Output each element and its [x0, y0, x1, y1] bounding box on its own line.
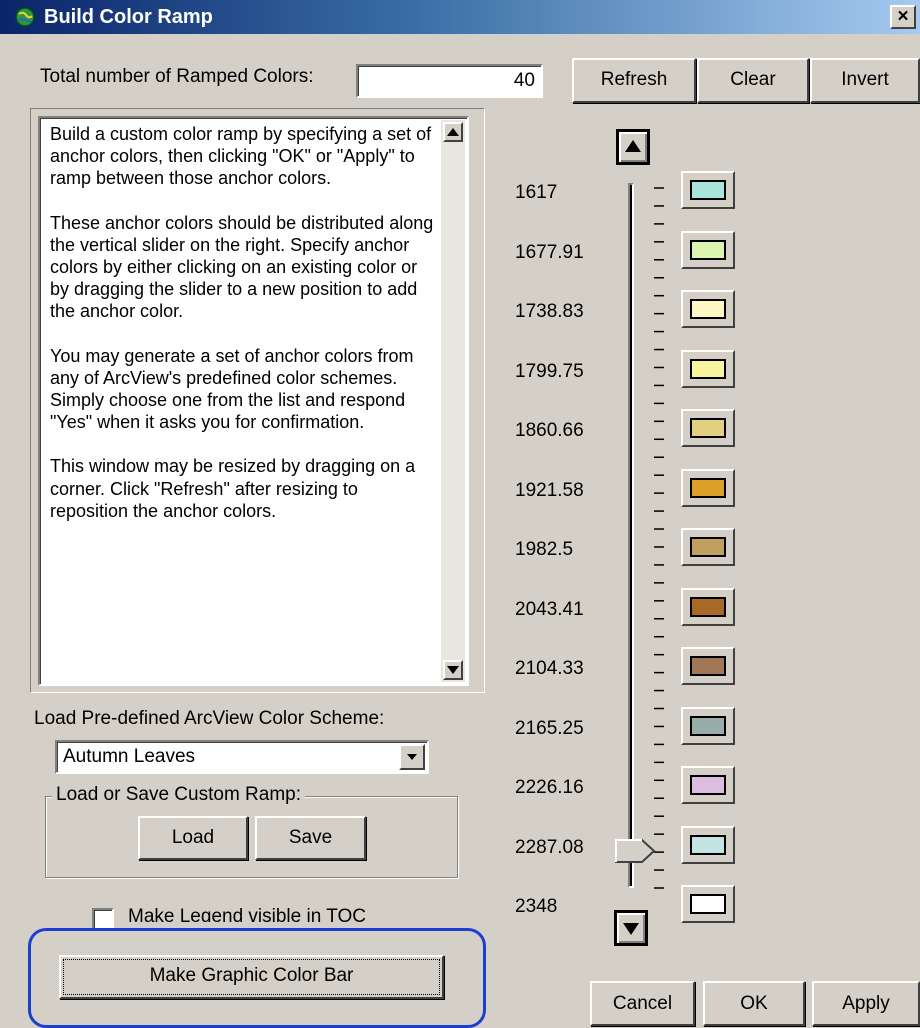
anchor-value-label: 1617	[515, 182, 558, 203]
anchor-color-fill	[690, 418, 726, 438]
anchor-color-fill	[690, 716, 726, 736]
anchor-color-fill	[690, 180, 726, 200]
load-button[interactable]: Load	[138, 816, 248, 860]
help-paragraph: These anchor colors should be distribute…	[50, 212, 434, 322]
anchor-color-swatch[interactable]	[681, 171, 735, 209]
anchor-value-label: 2043.41	[515, 599, 584, 620]
invert-button[interactable]: Invert	[810, 58, 920, 103]
anchor-color-swatch[interactable]	[681, 469, 735, 507]
anchor-color-fill	[690, 597, 726, 617]
help-scrollbar[interactable]	[441, 120, 465, 682]
custom-ramp-legend: Load or Save Custom Ramp:	[52, 784, 306, 806]
title-bar[interactable]: Build Color Ramp ×	[0, 0, 920, 34]
slider-up-button[interactable]	[616, 129, 650, 165]
apply-button[interactable]: Apply	[812, 981, 920, 1026]
anchor-color-swatch[interactable]	[681, 826, 735, 864]
slider-thumb[interactable]	[614, 838, 656, 864]
anchor-color-swatch[interactable]	[681, 707, 735, 745]
legend-toc-label: Make Legend visible in TOC	[128, 906, 366, 922]
anchor-value-label: 2287.08	[515, 837, 584, 858]
slider-down-button[interactable]	[614, 910, 648, 946]
save-button[interactable]: Save	[255, 816, 366, 860]
anchor-color-swatch[interactable]	[681, 647, 735, 685]
make-color-bar-button[interactable]: Make Graphic Color Bar	[59, 955, 444, 999]
triangle-down-icon	[447, 666, 459, 674]
cancel-button[interactable]: Cancel	[590, 981, 695, 1026]
anchor-color-swatch[interactable]	[681, 350, 735, 388]
anchor-color-swatch[interactable]	[681, 885, 735, 923]
anchor-value-label: 1860.66	[515, 420, 584, 441]
anchor-color-fill	[690, 894, 726, 914]
anchor-value-label: 1677.91	[515, 242, 584, 263]
window-title: Build Color Ramp	[44, 6, 213, 28]
clear-button[interactable]: Clear	[697, 58, 809, 103]
anchor-value-label: 1982.5	[515, 539, 574, 560]
anchor-color-swatch[interactable]	[681, 409, 735, 447]
ramp-count-input[interactable]: 40	[356, 64, 543, 98]
anchor-value-label: 1799.75	[515, 361, 584, 382]
scroll-down-button[interactable]	[443, 660, 463, 680]
help-text: Build a custom color ramp by specifying …	[50, 123, 435, 544]
help-paragraph: You may generate a set of anchor colors …	[50, 345, 414, 433]
triangle-up-icon	[447, 128, 459, 136]
anchor-color-fill	[690, 478, 726, 498]
ok-button[interactable]: OK	[703, 981, 805, 1026]
anchor-color-fill	[690, 299, 726, 319]
dropdown-button[interactable]	[399, 744, 425, 770]
triangle-up-icon	[625, 140, 641, 152]
close-button[interactable]: ×	[890, 5, 916, 29]
help-paragraph: Build a custom color ramp by specifying …	[50, 124, 432, 189]
scheme-label: Load Pre-defined ArcView Color Scheme:	[34, 708, 385, 729]
slider-track[interactable]	[628, 183, 634, 888]
legend-toc-checkbox[interactable]	[92, 908, 114, 930]
slider-ticks	[654, 187, 664, 889]
anchor-color-swatch[interactable]	[681, 766, 735, 804]
custom-ramp-group	[45, 796, 458, 878]
anchor-color-swatch[interactable]	[681, 290, 735, 328]
ramp-count-label: Total number of Ramped Colors:	[40, 66, 314, 87]
globe-icon	[15, 7, 35, 27]
scheme-selected-value: Autumn Leaves	[63, 746, 196, 767]
anchor-color-fill	[690, 775, 726, 795]
anchor-value-label: 2348	[515, 896, 558, 917]
anchor-color-swatch[interactable]	[681, 528, 735, 566]
scroll-up-button[interactable]	[443, 122, 463, 142]
anchor-color-fill	[690, 240, 726, 260]
anchor-value-label: 2226.16	[515, 777, 584, 798]
anchor-color-fill	[690, 537, 726, 557]
refresh-button[interactable]: Refresh	[572, 58, 696, 103]
anchor-color-swatch[interactable]	[681, 231, 735, 269]
anchor-value-label: 2165.25	[515, 718, 584, 739]
anchor-value-label: 1921.58	[515, 480, 584, 501]
anchor-color-swatch[interactable]	[681, 588, 735, 626]
chevron-down-icon	[407, 754, 417, 760]
triangle-down-icon	[623, 923, 639, 935]
ramp-count-value: 40	[513, 70, 535, 91]
anchor-value-label: 1738.83	[515, 301, 584, 322]
anchor-value-label: 2104.33	[515, 658, 584, 679]
help-paragraph: This window may be resized by dragging o…	[50, 456, 416, 521]
anchor-color-fill	[690, 656, 726, 676]
scheme-select[interactable]: Autumn Leaves	[55, 740, 429, 774]
anchor-color-fill	[690, 835, 726, 855]
anchor-color-fill	[690, 359, 726, 379]
